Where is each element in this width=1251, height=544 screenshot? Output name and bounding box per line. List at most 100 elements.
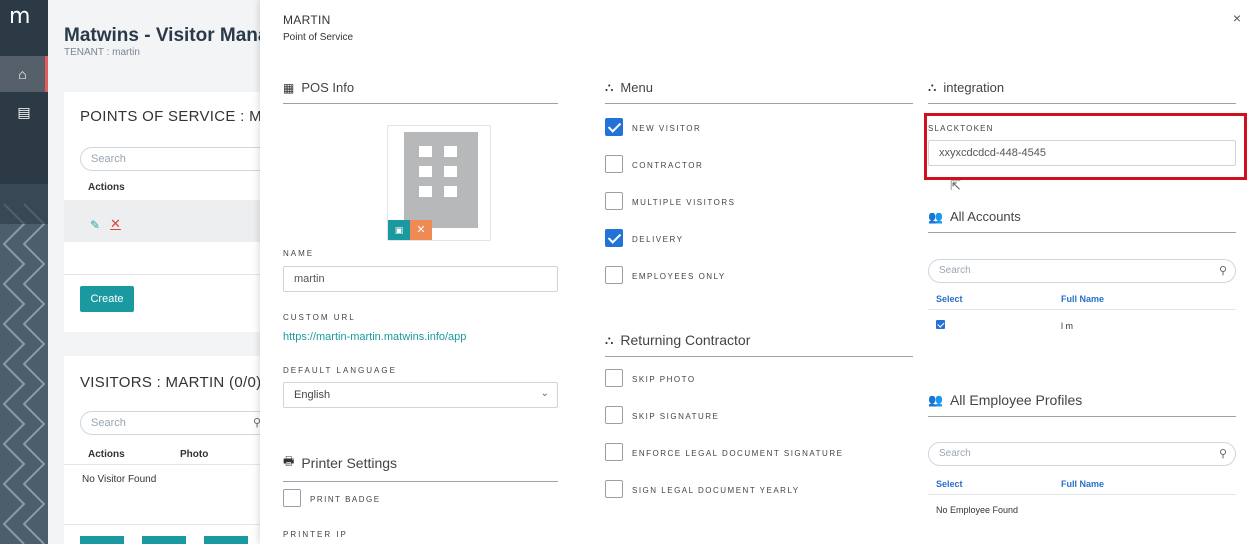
divider [64,524,260,525]
checkbox-label: ENFORCE LEGAL DOCUMENT SIGNATURE [632,449,844,458]
divider [928,494,1236,495]
close-icon[interactable]: × [1233,10,1241,26]
empty-message: No Visitor Found [82,474,157,485]
panel-title: MARTIN [283,13,331,27]
pos-detail-panel: MARTIN Point of Service × ▦ POS Info ▣ ✕… [260,0,1251,544]
home-icon[interactable]: ⌂ [0,56,48,92]
checkbox-label: NEW VISITOR [632,124,702,133]
col-select[interactable]: Select [936,294,963,304]
print-badge-checkbox[interactable] [283,489,301,507]
users-icon: 👥 [928,209,943,224]
app-title: Matwins - Visitor Mana [64,25,260,46]
visitor-search-input[interactable]: Search ⚲ [80,411,260,435]
enforce-legal-doc-checkbox[interactable] [605,443,623,461]
side-rail: m ⌂ ▤ [0,0,48,544]
checkbox-label: MULTIPLE VISITORS [632,198,736,207]
skip-signature-checkbox[interactable] [605,406,623,424]
empty-message: No Employee Found [936,505,1019,515]
custom-url-link[interactable]: https://martin-martin.matwins.info/app [283,331,466,343]
accounts-search-input[interactable]: Search ⚲ [928,259,1236,283]
building-placeholder-icon [404,132,478,228]
pos-search-input[interactable]: Search [80,147,260,171]
pos-info-heading: ▦ POS Info [283,80,558,104]
language-select[interactable]: English ⌄ [283,382,558,408]
document-icon[interactable]: ▤ [0,96,48,128]
heading-label: POS Info [301,80,355,95]
sitemap-icon: ⛬ [605,332,614,347]
printer-icon: 🖶 [283,454,295,468]
heading-label: All Employee Profiles [949,392,1083,408]
heading-label: Printer Settings [301,454,398,471]
language-label: DEFAULT LANGUAGE [283,366,397,375]
menu-heading: ⛬ Menu [605,80,913,104]
search-placeholder: Search [939,448,971,459]
col-actions: Actions [88,449,125,460]
col-fullname[interactable]: Full Name [1061,294,1104,304]
print-badge-label: PRINT BADGE [310,495,381,504]
chevron-down-icon: ⌄ [540,388,549,399]
action-button[interactable] [80,536,124,544]
camera-icon[interactable]: ▣ [388,220,410,240]
account-fullname: l m [1061,321,1073,331]
checkbox-label: SKIP PHOTO [632,375,696,384]
employees-search-input[interactable]: Search ⚲ [928,442,1236,466]
checkbox-label: CONTRACTOR [632,161,704,170]
col-photo: Photo [180,449,209,460]
name-label: NAME [283,249,315,258]
points-of-service-card: POINTS OF SERVICE : MA Search Actions ✎ … [64,92,260,332]
custom-url-label: CUSTOM URL [283,313,356,322]
visitors-card: VISITORS : MARTIN (0/0) Search ⚲ Actions… [64,356,260,544]
printer-ip-label: PRINTER IP [283,530,348,539]
printer-settings-heading: 🖶 Printer Settings [283,452,558,482]
integration-heading: ⛬ integration [928,80,1236,104]
highlight-box [924,113,1247,180]
selected-language: English [294,389,331,401]
skip-photo-checkbox[interactable] [605,369,623,387]
search-placeholder: Search [91,417,126,429]
divider [64,274,260,275]
new-visitor-checkbox[interactable] [605,118,623,136]
account-select-checkbox[interactable] [936,320,945,329]
users-icon: 👥 [928,393,943,407]
heading-label: Returning Contractor [620,332,751,348]
search-placeholder: Search [939,265,971,276]
mouse-cursor-icon: ⇱ [950,178,961,193]
building-icon: ▦ [283,80,295,95]
pos-image[interactable]: ▣ ✕ [387,125,491,241]
card-title: VISITORS : MARTIN (0/0) [80,374,260,391]
checkbox-label: DELIVERY [632,235,684,244]
employees-only-checkbox[interactable] [605,266,623,284]
action-button[interactable] [142,536,186,544]
background-page: Matwins - Visitor Mana TENANT : martin P… [48,0,260,544]
action-button[interactable] [204,536,248,544]
sign-legal-yearly-checkbox[interactable] [605,480,623,498]
contractor-checkbox[interactable] [605,155,623,173]
app-logo[interactable]: m [9,4,30,29]
checkbox-label: SKIP SIGNATURE [632,412,720,421]
returning-contractor-heading: ⛬ Returning Contractor [605,332,913,357]
col-actions: Actions [88,182,125,193]
sitemap-icon: ⛬ [928,80,937,94]
divider [64,464,260,465]
col-select[interactable]: Select [936,479,963,489]
checkbox-label: SIGN LEGAL DOCUMENT YEARLY [632,486,800,495]
all-accounts-heading: 👥 All Accounts [928,209,1236,233]
multiple-visitors-checkbox[interactable] [605,192,623,210]
search-icon[interactable]: ⚲ [1219,264,1227,277]
heading-label: Menu [620,80,653,95]
create-button[interactable]: Create [80,286,134,312]
heading-label: integration [943,80,1005,95]
col-fullname[interactable]: Full Name [1061,479,1104,489]
heading-label: All Accounts [949,209,1021,224]
panel-subtitle: Point of Service [283,32,354,43]
sitemap-icon: ⛬ [605,80,614,94]
building-background-image [0,184,48,544]
edit-icon[interactable]: ✎ [90,218,100,232]
search-icon[interactable]: ⚲ [253,416,260,429]
search-icon[interactable]: ⚲ [1219,447,1227,460]
name-field[interactable]: martin [283,266,558,292]
delete-icon[interactable]: ✕ [110,216,121,232]
tenant-label: TENANT : martin [64,47,140,58]
delivery-checkbox[interactable] [605,229,623,247]
remove-image-icon[interactable]: ✕ [410,220,432,240]
